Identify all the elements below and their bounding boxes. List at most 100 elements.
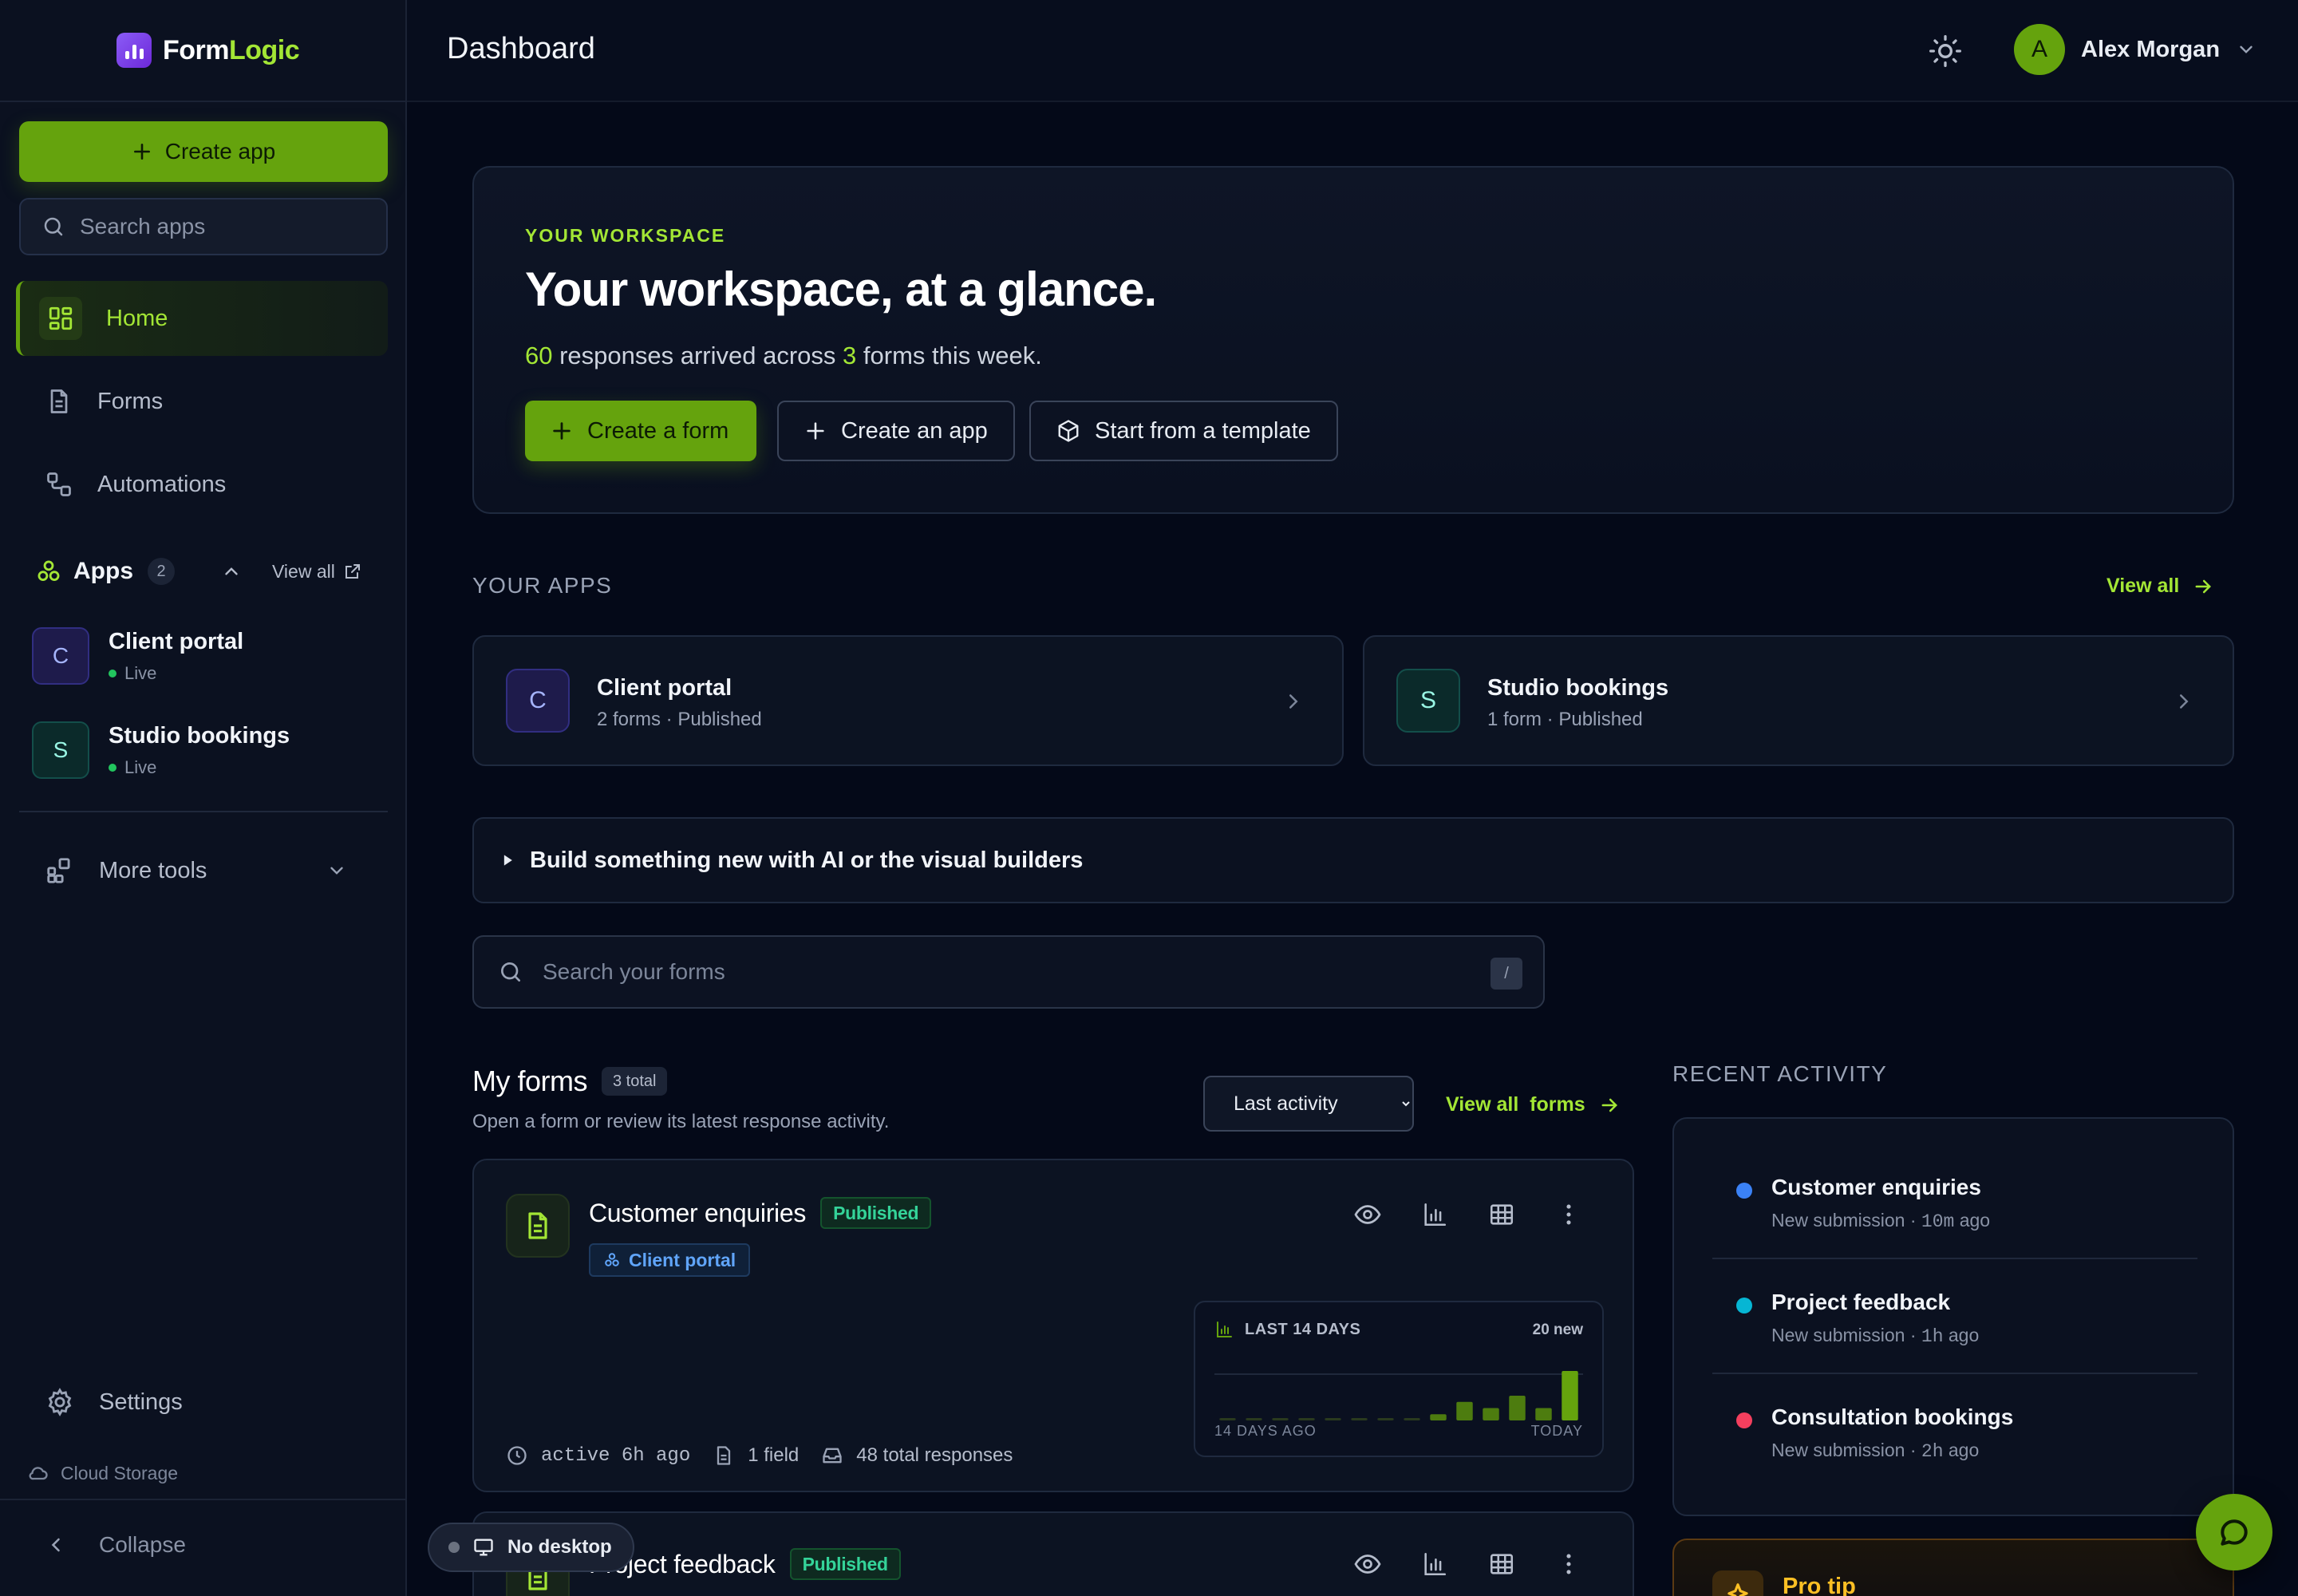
sidebar-item-more-tools[interactable]: More tools bbox=[16, 833, 388, 908]
app-name: Studio bookings bbox=[1487, 675, 1669, 701]
hero-headline: Your workspace, at a glance. bbox=[525, 263, 1157, 316]
gear-icon bbox=[48, 1388, 72, 1416]
avatar: A bbox=[2014, 24, 2065, 75]
sidebar-app-client-portal[interactable]: C Client portal Live bbox=[32, 624, 383, 688]
preview-eye-icon[interactable] bbox=[1352, 1199, 1384, 1231]
widgets-icon bbox=[47, 858, 70, 883]
user-menu[interactable]: A Alex Morgan bbox=[2014, 24, 2257, 75]
responses-table-icon[interactable] bbox=[1486, 1199, 1518, 1231]
chevron-up-icon[interactable] bbox=[221, 561, 242, 582]
search-icon bbox=[501, 962, 520, 982]
theme-toggle-button[interactable] bbox=[1928, 34, 1963, 69]
sidebar: FormLogic Create app Home Forms Automati… bbox=[0, 0, 407, 1596]
form-field-count: 1 field bbox=[748, 1444, 800, 1466]
activity-title: Customer enquiries bbox=[1771, 1175, 1981, 1199]
arrow-right-icon bbox=[1601, 1098, 1617, 1112]
caret-right-icon bbox=[503, 855, 512, 866]
sparkline-bar bbox=[1351, 1418, 1368, 1420]
desktop-status-pill[interactable]: No desktop bbox=[428, 1523, 634, 1572]
recent-activity-heading: RECENT ACTIVITY bbox=[1672, 1061, 1888, 1086]
app-avatar: C bbox=[32, 627, 89, 685]
form-document-icon bbox=[506, 1194, 570, 1258]
pro-tip-title: Pro tip bbox=[1783, 1574, 1856, 1596]
sidebar-item-label: Automations bbox=[97, 471, 227, 497]
analytics-bar-chart-icon[interactable] bbox=[1419, 1199, 1451, 1231]
top-bar: Dashboard A Alex Morgan bbox=[407, 0, 2298, 102]
form-actions bbox=[1352, 1199, 1585, 1231]
sparkline-start-label: 14 DAYS AGO bbox=[1214, 1423, 1317, 1439]
logo-chart-icon bbox=[116, 33, 152, 68]
responses-table-icon[interactable] bbox=[1486, 1548, 1518, 1580]
your-apps-view-all-link[interactable]: View all bbox=[2106, 575, 2214, 598]
hero-eyebrow: YOUR WORKSPACE bbox=[525, 225, 726, 246]
keyboard-shortcut-hint: / bbox=[1491, 958, 1522, 990]
brand-logo[interactable]: FormLogic bbox=[116, 32, 300, 69]
form-card-project-feedback[interactable]: Project feedback Published bbox=[472, 1511, 1634, 1596]
brand-name: FormLogic bbox=[163, 34, 300, 65]
sidebar-divider bbox=[0, 1499, 407, 1500]
pro-tip-card: Pro tip bbox=[1672, 1539, 2234, 1596]
activity-dot bbox=[1736, 1412, 1752, 1428]
sparkline-bar bbox=[1272, 1418, 1289, 1420]
view-all-forms-link[interactable]: View all forms bbox=[1446, 1093, 1621, 1116]
activity-item[interactable]: Customer enquiries New submission · 10m … bbox=[1712, 1141, 2197, 1256]
create-app-secondary-button[interactable]: Create an app bbox=[777, 401, 1015, 461]
app-avatar: S bbox=[1396, 669, 1460, 733]
collapse-sidebar-button[interactable]: Collapse bbox=[45, 1532, 186, 1558]
sparkline-end-label: TODAY bbox=[1530, 1423, 1583, 1439]
chevron-left-icon bbox=[51, 1538, 60, 1552]
sparkline-bar bbox=[1483, 1408, 1499, 1420]
sparkline-bar bbox=[1430, 1414, 1447, 1420]
clock-icon bbox=[507, 1446, 527, 1465]
activity-subtitle: New submission · 10m ago bbox=[1771, 1210, 1991, 1232]
sidebar-item-forms[interactable]: Forms bbox=[16, 364, 388, 439]
status-badge: Published bbox=[789, 1548, 901, 1580]
create-app-button[interactable]: Create app bbox=[19, 121, 388, 182]
sidebar-item-automations[interactable]: Automations bbox=[16, 447, 388, 522]
activity-item[interactable]: Consultation bookings New submission · 2… bbox=[1712, 1371, 2197, 1486]
form-card-customer-enquiries[interactable]: Customer enquiries Published Client port… bbox=[472, 1159, 1634, 1492]
app-status: Live bbox=[109, 757, 290, 778]
sparkline-new-count: 20 new bbox=[1532, 1321, 1583, 1338]
search-apps-input[interactable] bbox=[80, 214, 367, 239]
sidebar-item-home[interactable]: Home bbox=[16, 281, 388, 356]
cloud-storage-indicator[interactable]: Cloud Storage bbox=[27, 1462, 178, 1484]
sidebar-item-settings[interactable]: Settings bbox=[16, 1365, 388, 1440]
plus-icon bbox=[807, 422, 824, 440]
chat-support-button[interactable] bbox=[2196, 1494, 2272, 1570]
app-status: Live bbox=[109, 663, 243, 684]
more-options-icon[interactable] bbox=[1553, 1548, 1585, 1580]
apps-count-badge: 2 bbox=[148, 558, 175, 585]
form-name[interactable]: Customer enquiries bbox=[589, 1199, 806, 1228]
create-form-button[interactable]: Create a form bbox=[525, 401, 756, 461]
app-card-client-portal[interactable]: C Client portal 2 forms · Published bbox=[472, 635, 1344, 766]
more-options-icon[interactable] bbox=[1553, 1199, 1585, 1231]
activity-item[interactable]: Project feedback New submission · 1h ago bbox=[1712, 1256, 2197, 1371]
start-from-template-button[interactable]: Start from a template bbox=[1029, 401, 1338, 461]
sparkline-bar bbox=[1325, 1418, 1341, 1420]
app-tag[interactable]: Client portal bbox=[589, 1243, 751, 1277]
builder-disclosure[interactable]: Build something new with AI or the visua… bbox=[472, 817, 2234, 903]
app-name: Client portal bbox=[109, 628, 244, 654]
inbox-icon bbox=[823, 1448, 842, 1464]
your-apps-heading: YOUR APPS bbox=[472, 573, 613, 598]
analytics-bar-chart-icon[interactable] bbox=[1419, 1548, 1451, 1580]
preview-eye-icon[interactable] bbox=[1352, 1548, 1384, 1580]
sidebar-item-label: Settings bbox=[99, 1389, 183, 1415]
sidebar-app-studio-bookings[interactable]: S Studio bookings Live bbox=[32, 718, 383, 782]
sun-icon bbox=[1929, 35, 1961, 67]
monitor-icon bbox=[474, 1539, 493, 1556]
app-card-studio-bookings[interactable]: S Studio bookings 1 form · Published bbox=[1363, 635, 2234, 766]
plus-icon bbox=[553, 422, 571, 440]
apps-view-all-link[interactable]: View all bbox=[272, 561, 362, 583]
form-actions bbox=[1352, 1548, 1585, 1580]
sidebar-divider bbox=[0, 101, 407, 102]
search-forms-input[interactable] bbox=[543, 959, 1468, 985]
sparkline-bar bbox=[1535, 1408, 1552, 1420]
status-dot bbox=[448, 1542, 460, 1553]
grid-icon bbox=[39, 297, 82, 340]
cube-icon bbox=[1058, 420, 1079, 442]
sparkline-chart bbox=[1214, 1371, 1583, 1420]
sort-select[interactable]: Last activity bbox=[1203, 1076, 1414, 1132]
sidebar-item-label: Forms bbox=[97, 388, 164, 414]
